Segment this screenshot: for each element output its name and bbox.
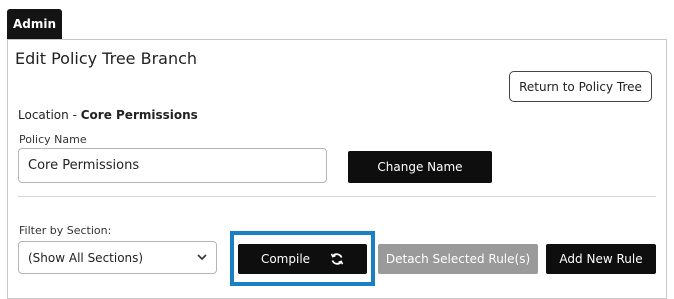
section-filter-select[interactable]: (Show All Sections) (18, 241, 217, 274)
chevron-down-icon (197, 254, 207, 261)
compile-button[interactable]: Compile (238, 244, 367, 274)
detach-selected-rules-button[interactable]: Detach Selected Rule(s) (378, 244, 538, 274)
location-line: Location - Core Permissions (18, 108, 198, 122)
policy-name-input[interactable]: Core Permissions (18, 148, 327, 183)
location-value: Core Permissions (80, 108, 198, 122)
compile-label: Compile (260, 252, 311, 266)
policy-name-label: Policy Name (19, 133, 87, 146)
section-divider (18, 196, 656, 197)
change-name-button[interactable]: Change Name (348, 151, 492, 183)
location-label: Location - (18, 108, 81, 122)
section-filter-value: (Show All Sections) (28, 250, 144, 265)
tab-admin[interactable]: Admin (7, 9, 62, 39)
page-title: Edit Policy Tree Branch (15, 49, 198, 68)
add-new-rule-button[interactable]: Add New Rule (546, 244, 656, 274)
refresh-icon (330, 253, 344, 265)
filter-label: Filter by Section: (19, 224, 112, 237)
return-to-policy-tree-button[interactable]: Return to Policy Tree (509, 71, 652, 102)
